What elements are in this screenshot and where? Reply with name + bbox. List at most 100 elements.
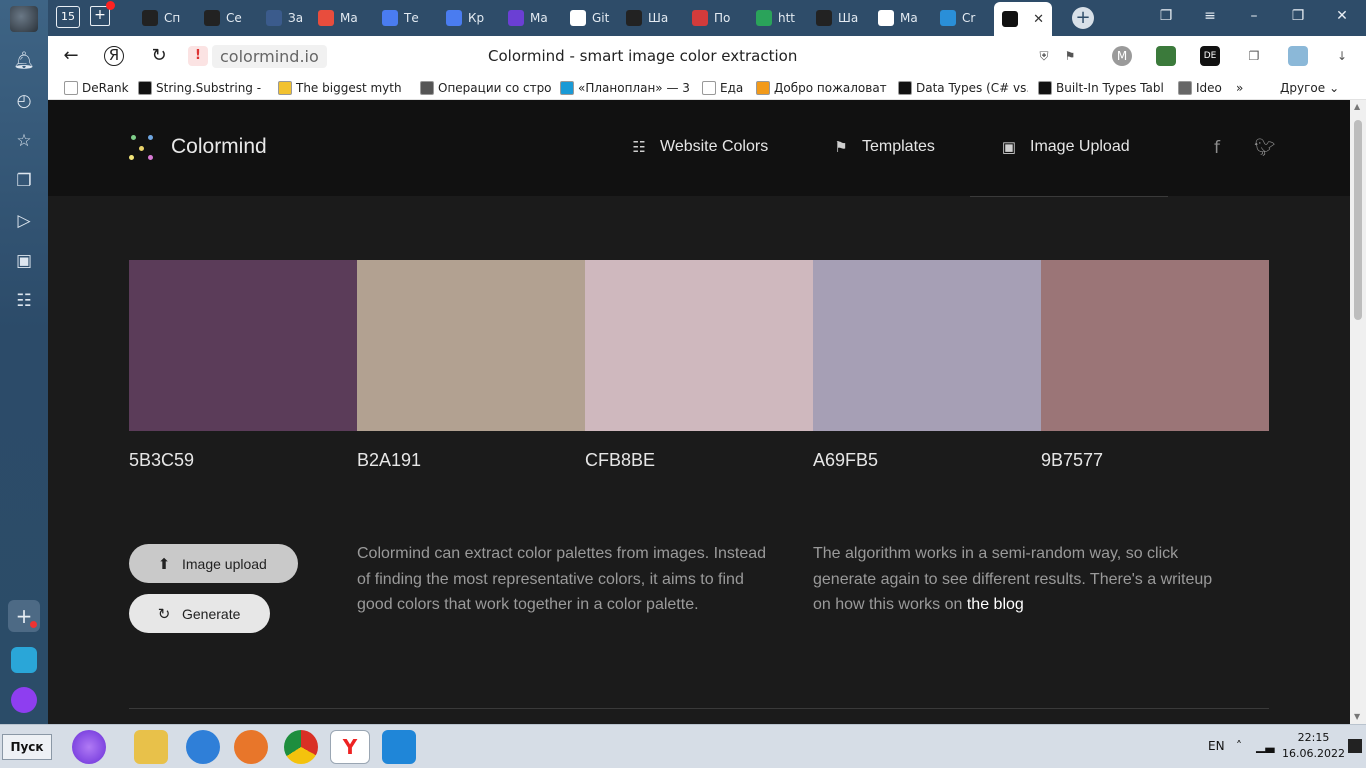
apps-icon[interactable]: ☷ bbox=[13, 290, 35, 312]
play-icon[interactable]: ▷ bbox=[13, 210, 35, 232]
bookmark-item[interactable]: Data Types (C# vs. bbox=[898, 79, 1028, 97]
tab-active-colormind[interactable]: ✕ bbox=[994, 2, 1052, 36]
profile-avatar[interactable] bbox=[10, 6, 38, 32]
browser-tab[interactable]: Сп bbox=[134, 4, 190, 32]
alice-taskbar-icon[interactable] bbox=[72, 730, 106, 764]
color-hex-code[interactable]: CFB8BE bbox=[585, 450, 813, 471]
bookmark-item[interactable]: Built-In Types Tabl bbox=[1038, 79, 1168, 97]
tabs-menu-icon[interactable]: ❐ bbox=[1156, 8, 1176, 24]
close-window-icon[interactable]: ✕ bbox=[1332, 8, 1352, 24]
protect-icon[interactable]: ⛨ bbox=[1034, 46, 1054, 66]
history-icon[interactable]: ◴ bbox=[13, 90, 35, 112]
browser-tab[interactable]: Ма bbox=[310, 4, 366, 32]
color-swatch[interactable] bbox=[1041, 260, 1269, 431]
screenshot-icon[interactable]: ▣ bbox=[13, 250, 35, 272]
reload-icon[interactable]: ↻ bbox=[148, 45, 170, 66]
bookmark-item[interactable]: Ideo bbox=[1178, 79, 1230, 97]
browser-tab[interactable]: htt bbox=[748, 4, 804, 32]
browser-tab[interactable]: Cr bbox=[932, 4, 988, 32]
chrome-taskbar-icon[interactable] bbox=[284, 730, 318, 764]
bookmark-item[interactable]: The biggest myth bbox=[278, 79, 414, 97]
tab-favicon-icon bbox=[692, 10, 708, 26]
browser-tab[interactable]: Ша bbox=[808, 4, 864, 32]
clock[interactable]: 22:15 16.06.2022 bbox=[1282, 730, 1345, 762]
colormind-logo-icon[interactable] bbox=[128, 134, 156, 162]
bookmarks-other[interactable]: Другое ⌄ bbox=[1280, 79, 1339, 97]
warning-icon[interactable]: ! bbox=[188, 46, 208, 66]
image-upload-button[interactable]: ⬆︎ Image upload bbox=[129, 544, 298, 583]
browser-tab[interactable]: По bbox=[684, 4, 740, 32]
color-hex-code[interactable]: 5B3C59 bbox=[129, 450, 357, 471]
ie-taskbar-icon[interactable] bbox=[186, 730, 220, 764]
color-hex-code[interactable]: A69FB5 bbox=[813, 450, 1041, 471]
bookmark-item[interactable]: String.Substring - bbox=[138, 79, 268, 97]
page-scrollbar[interactable]: ▲ ▼ bbox=[1350, 100, 1366, 724]
bell-icon[interactable]: 🔔︎ bbox=[13, 50, 35, 72]
translate-extension-icon[interactable]: DE bbox=[1200, 46, 1220, 66]
extension-icon[interactable] bbox=[1156, 46, 1176, 66]
nav-templates[interactable]: ⚑ Templates bbox=[832, 138, 935, 156]
color-swatch[interactable] bbox=[585, 260, 813, 431]
url-host[interactable]: colormind.io bbox=[212, 45, 327, 68]
add-panel-icon[interactable]: + bbox=[8, 600, 40, 632]
messenger-app-icon[interactable] bbox=[11, 647, 37, 673]
network-icon[interactable]: ▁▃ bbox=[1256, 739, 1274, 753]
bookmarks-overflow-icon[interactable]: » bbox=[1236, 79, 1243, 97]
back-icon[interactable]: ← bbox=[60, 45, 82, 66]
screenshot-extension-icon[interactable] bbox=[1288, 46, 1308, 66]
site-logo-text[interactable]: Colormind bbox=[171, 135, 267, 159]
firefox-taskbar-icon[interactable] bbox=[234, 730, 268, 764]
facebook-icon[interactable]: f bbox=[1214, 138, 1220, 158]
nav-website-colors[interactable]: ☷ Website Colors bbox=[630, 138, 768, 156]
browser-tab[interactable]: Се bbox=[196, 4, 252, 32]
bookmark-item[interactable]: Операции со стро bbox=[420, 79, 554, 97]
browser-tab[interactable]: Кр bbox=[438, 4, 494, 32]
twitter-icon[interactable]: 🐦︎ bbox=[1254, 138, 1276, 158]
browser-tab[interactable]: Git bbox=[562, 4, 618, 32]
generate-button[interactable]: ↻ Generate bbox=[129, 594, 270, 633]
color-swatch[interactable] bbox=[357, 260, 585, 431]
collections-icon[interactable]: ❐ bbox=[1244, 46, 1264, 66]
color-hex-code[interactable]: 9B7577 bbox=[1041, 450, 1269, 471]
start-button[interactable]: Пуск bbox=[2, 734, 52, 760]
bookmark-item[interactable]: Еда bbox=[702, 79, 746, 97]
bookmark-item[interactable]: «Планоплан» — 3 bbox=[560, 79, 696, 97]
alice-app-icon[interactable] bbox=[11, 687, 37, 713]
color-hex-code[interactable]: B2A191 bbox=[357, 450, 585, 471]
close-tab-icon[interactable]: ✕ bbox=[1033, 12, 1044, 27]
tab-count-button[interactable]: 15 bbox=[56, 6, 80, 28]
vscode-taskbar-icon[interactable] bbox=[382, 730, 416, 764]
menu-icon[interactable]: ≡ bbox=[1200, 8, 1220, 24]
browser-tab[interactable]: Ма bbox=[870, 4, 926, 32]
language-indicator[interactable]: EN bbox=[1208, 739, 1225, 753]
logo-dot bbox=[139, 146, 144, 151]
bookmark-add-icon[interactable]: ⚑ bbox=[1060, 46, 1080, 66]
nav-image-upload[interactable]: ▣ Image Upload bbox=[1000, 138, 1130, 156]
download-icon[interactable]: ↓ bbox=[1332, 46, 1352, 66]
browser-tab[interactable]: Те bbox=[374, 4, 430, 32]
browser-tab[interactable]: Ша bbox=[618, 4, 674, 32]
mail-taskbar-icon[interactable] bbox=[134, 730, 168, 764]
scroll-up-icon[interactable]: ▲ bbox=[1354, 102, 1360, 111]
color-swatch[interactable] bbox=[129, 260, 357, 431]
yandex-browser-taskbar-icon[interactable]: Y bbox=[330, 730, 370, 764]
browser-tab[interactable]: За bbox=[258, 4, 314, 32]
notification-icon[interactable] bbox=[1348, 739, 1362, 753]
star-icon[interactable]: ☆ bbox=[13, 130, 35, 152]
bookmark-item[interactable]: DeRank bbox=[64, 79, 132, 97]
minimize-icon[interactable]: – bbox=[1244, 8, 1264, 24]
add-tab-button[interactable]: + bbox=[1072, 7, 1094, 29]
color-swatch[interactable] bbox=[813, 260, 1041, 431]
scroll-down-icon[interactable]: ▼ bbox=[1354, 712, 1360, 721]
yandex-icon[interactable]: Я bbox=[104, 46, 124, 66]
bookmark-item[interactable]: Добро пожаловат bbox=[756, 79, 888, 97]
account-avatar[interactable]: M bbox=[1112, 46, 1132, 66]
tray-expand-icon[interactable]: ˄ bbox=[1236, 739, 1242, 753]
scrollbar-thumb[interactable] bbox=[1354, 120, 1362, 320]
browser-tab[interactable]: Ма bbox=[500, 4, 556, 32]
new-tab-group-button[interactable]: + bbox=[90, 1, 115, 26]
collections-icon[interactable]: ❐ bbox=[13, 170, 35, 192]
blog-link[interactable]: the blog bbox=[967, 596, 1024, 613]
restore-icon[interactable]: ❐ bbox=[1288, 8, 1308, 24]
notification-dot bbox=[106, 1, 115, 10]
